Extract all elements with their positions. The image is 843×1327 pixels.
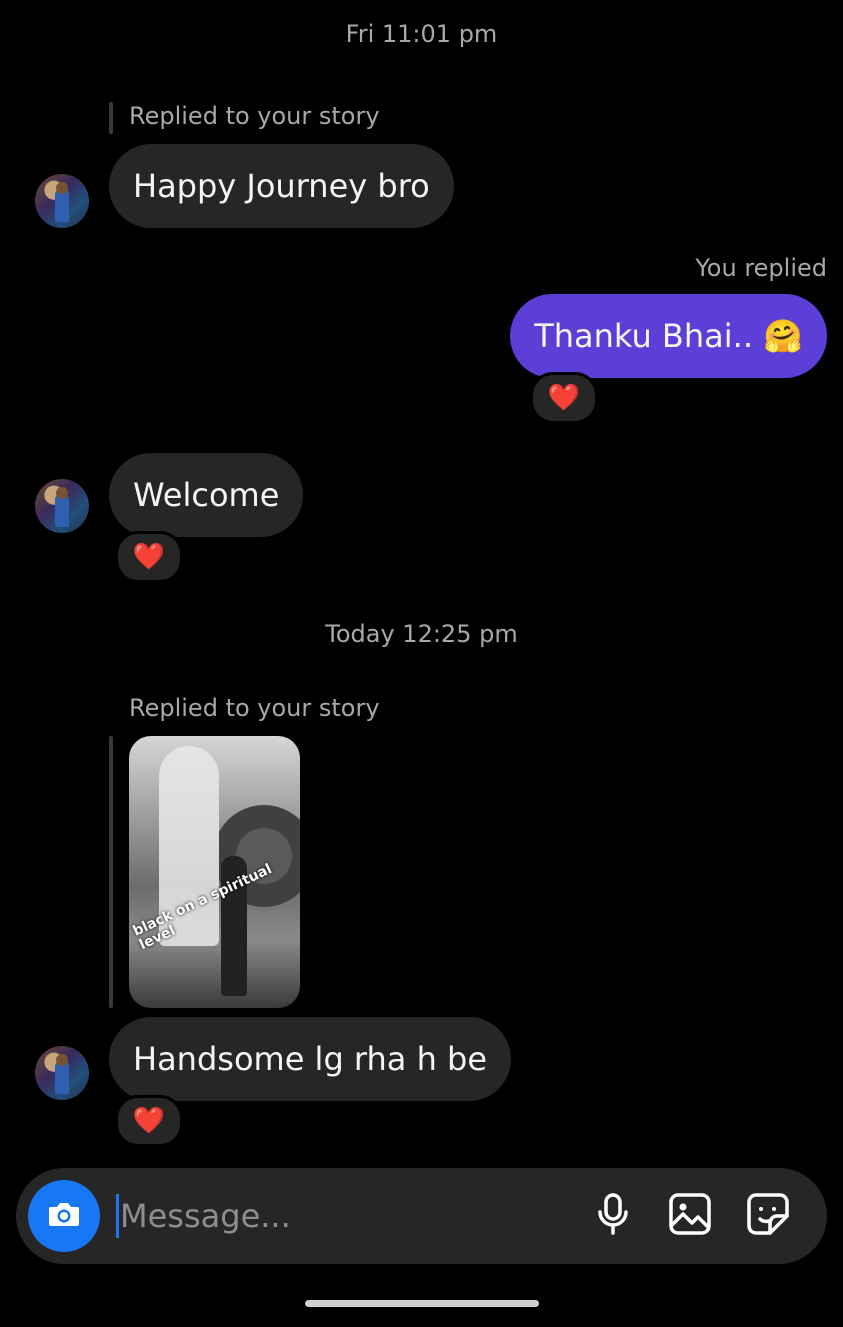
camera-button[interactable] — [28, 1180, 100, 1252]
camera-icon — [44, 1194, 84, 1238]
heart-reaction[interactable]: ❤️ — [115, 1095, 183, 1147]
text-cursor — [116, 1194, 119, 1238]
message-bubble[interactable]: Welcome — [109, 453, 304, 537]
microphone-button[interactable] — [589, 1192, 637, 1240]
sticker-button[interactable] — [744, 1192, 792, 1240]
message-bubble[interactable]: Handsome lg rha h be — [109, 1017, 512, 1101]
reply-indicator-bar — [109, 102, 113, 134]
story-preview-thumbnail[interactable]: black on a spiritual level — [129, 736, 300, 1008]
reply-context-label: Replied to your story — [129, 694, 380, 722]
heart-reaction[interactable]: ❤️ — [530, 372, 598, 424]
sticker-icon — [746, 1192, 790, 1240]
reply-indicator-bar — [109, 736, 113, 1008]
message-composer — [16, 1168, 827, 1264]
heart-reaction[interactable]: ❤️ — [115, 531, 183, 583]
gallery-button[interactable] — [666, 1192, 714, 1240]
message-bubble-own[interactable]: Thanku Bhai.. 🤗 — [510, 294, 827, 378]
avatar[interactable] — [35, 479, 89, 533]
reply-context-label: Replied to your story — [129, 102, 380, 130]
avatar[interactable] — [35, 174, 89, 228]
timestamp: Fri 11:01 pm — [345, 20, 498, 48]
microphone-icon — [593, 1192, 633, 1240]
timestamp: Today 12:25 pm — [325, 620, 518, 648]
message-bubble[interactable]: Happy Journey bro — [109, 144, 454, 228]
reply-context-label: You replied — [695, 254, 827, 282]
avatar[interactable] — [35, 1046, 89, 1100]
home-indicator[interactable] — [305, 1300, 539, 1307]
gallery-icon — [668, 1192, 712, 1240]
message-input[interactable] — [120, 1188, 560, 1244]
